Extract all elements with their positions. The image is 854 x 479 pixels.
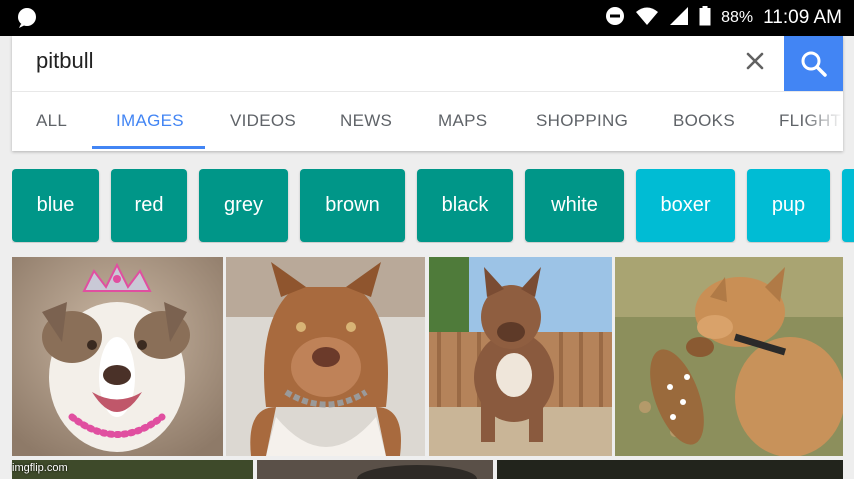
search-card: pitbull ALL IMAGES VIDEOS NEWS MAPS SHOP… [12,36,843,151]
tab-news[interactable]: NEWS [340,92,392,151]
chip-blue[interactable]: blue [12,169,99,242]
chip-boxer[interactable]: boxer [636,169,735,242]
clear-search-button[interactable] [740,44,770,78]
search-tabs: ALL IMAGES VIDEOS NEWS MAPS SHOPPING BOO… [12,91,843,151]
image-result-6[interactable] [257,460,493,479]
chip-partial[interactable] [842,169,854,242]
battery-percent: 88% [721,9,754,26]
active-tab-indicator [92,146,205,149]
wifi-icon [635,6,659,31]
tab-all[interactable]: ALL [36,92,67,151]
image-result-2[interactable] [226,257,425,456]
image-result-4[interactable] [615,257,843,456]
search-icon [801,51,827,77]
tab-videos[interactable]: VIDEOS [230,92,296,151]
tab-images[interactable]: IMAGES [116,92,184,151]
suggestion-chips: blue red grey brown black white boxer pu… [12,169,854,243]
tab-maps[interactable]: MAPS [438,92,487,151]
chip-grey[interactable]: grey [199,169,288,242]
tab-shopping[interactable]: SHOPPING [536,92,628,151]
clock: 11:09 AM [763,7,842,28]
chip-red[interactable]: red [111,169,187,242]
notification-bubble-icon [16,7,38,29]
search-button[interactable] [784,36,843,91]
chip-white[interactable]: white [525,169,624,242]
do-not-disturb-icon [605,6,625,31]
chip-black[interactable]: black [417,169,513,242]
image-result-1[interactable] [12,257,223,456]
image-result-3[interactable] [429,257,612,456]
status-bar: 88% 11:09 AM [0,0,854,36]
watermark: imgflip.com [12,462,68,474]
chip-brown[interactable]: brown [300,169,405,242]
signal-icon [669,6,689,31]
chip-pup[interactable]: pup [747,169,830,242]
image-result-7[interactable] [497,460,843,479]
image-results-grid [12,257,843,479]
tabs-fade [803,92,843,151]
close-icon [746,52,764,70]
tab-books[interactable]: BOOKS [673,92,735,151]
search-input[interactable]: pitbull [36,48,93,74]
battery-icon [699,5,711,31]
